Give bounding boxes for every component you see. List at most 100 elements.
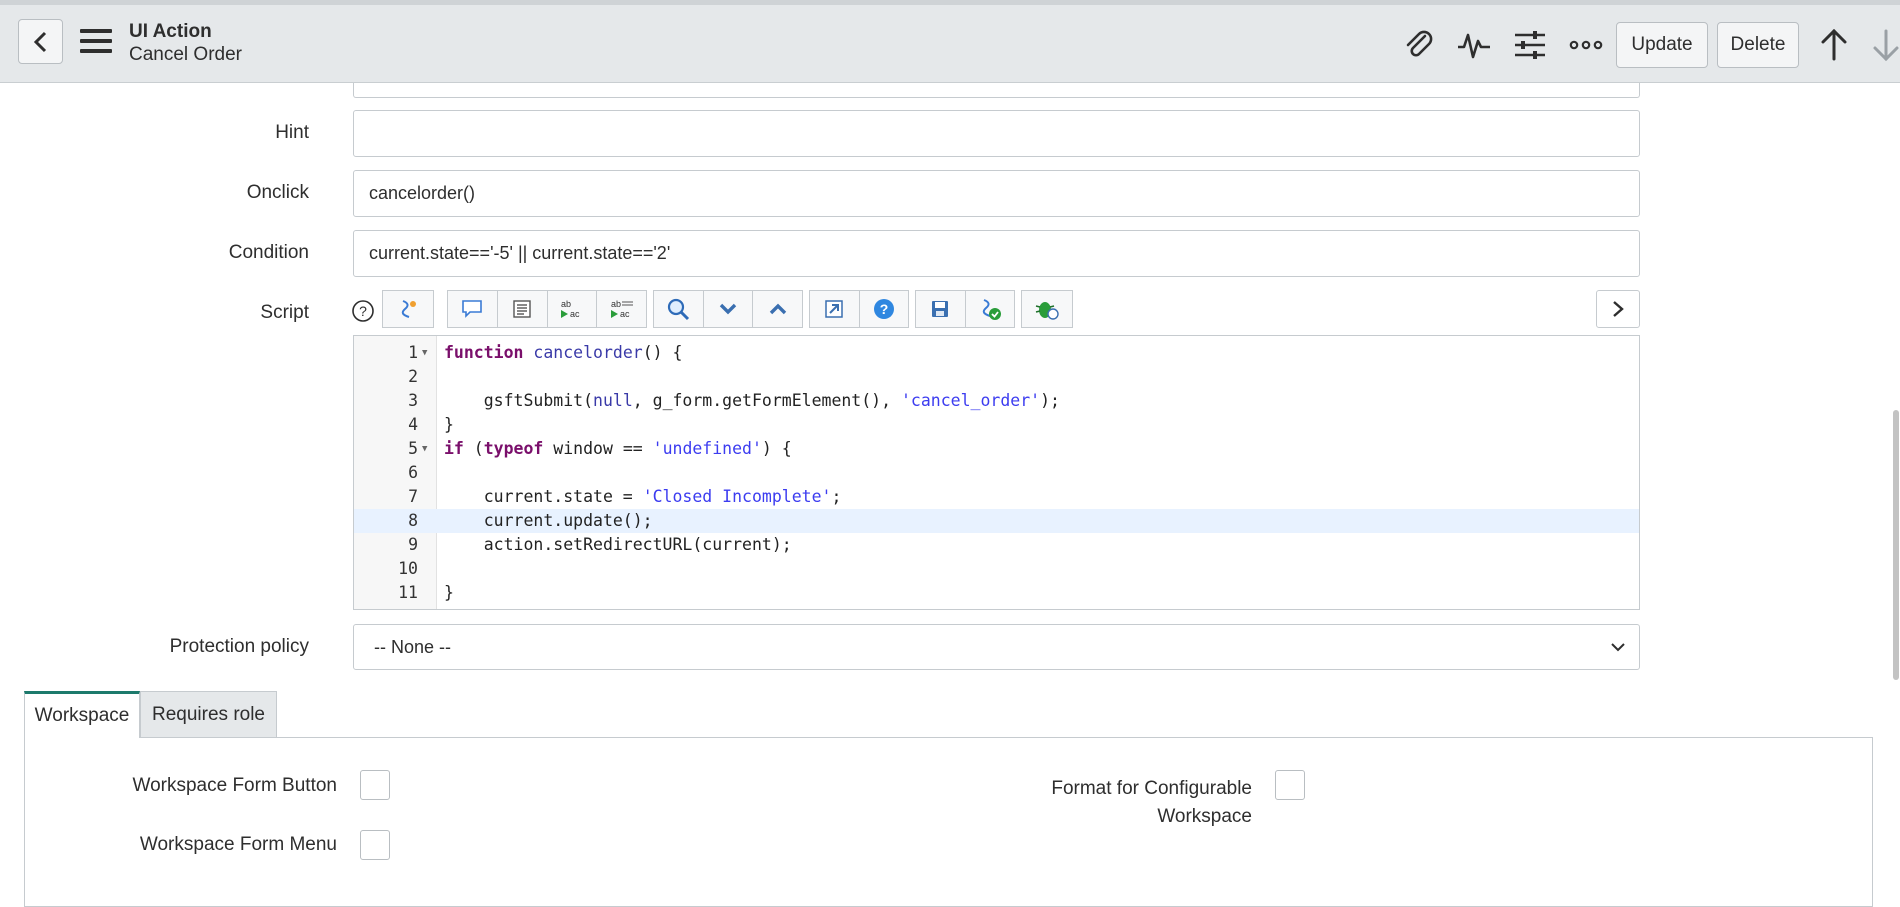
fold-up-icon — [769, 303, 786, 315]
workspace-form-menu-label: Workspace Form Menu — [139, 834, 337, 855]
record-name-subtitle: Cancel Order — [129, 44, 242, 65]
line-number: 9 — [408, 535, 418, 554]
up-arrow-icon[interactable] — [1816, 27, 1852, 63]
settings-sliders-icon[interactable] — [1512, 27, 1548, 63]
condition-label: Condition — [228, 242, 309, 263]
protection-policy-label: Protection policy — [169, 636, 309, 657]
script-toolbar-group-format — [382, 290, 434, 328]
format-code-button[interactable] — [383, 291, 433, 327]
help-circle-icon: ? — [873, 299, 894, 319]
script-editor[interactable]: 1 ▼ function cancelorder() { 2 3 gsftSubm… — [353, 335, 1640, 610]
comment-button[interactable] — [448, 291, 498, 327]
format-configurable-label-line1: Format for Configurable — [1051, 778, 1252, 799]
page-scrollbar[interactable] — [1893, 410, 1899, 680]
line-number: 1 — [408, 343, 418, 362]
menu-icon[interactable] — [80, 29, 112, 56]
previous-field — [353, 83, 1640, 98]
svg-text:?: ? — [359, 303, 367, 319]
fold-up-button[interactable] — [753, 291, 802, 327]
debug-button[interactable] — [1022, 291, 1072, 327]
code-line: 4 } — [354, 413, 1639, 437]
expand-editor-button[interactable] — [1596, 290, 1640, 328]
help-circle-button[interactable]: ? — [860, 291, 909, 327]
hint-input[interactable] — [353, 110, 1640, 157]
down-arrow-icon[interactable] — [1868, 27, 1900, 63]
search-icon — [668, 298, 690, 321]
back-icon — [33, 31, 46, 52]
workspace-form-button-label: Workspace Form Button — [132, 775, 337, 796]
paperclip-icon[interactable] — [1401, 27, 1437, 63]
script-toolbar-group-edit: ab ac ab ac — [447, 290, 647, 328]
update-button[interactable]: Update — [1616, 22, 1708, 68]
activity-icon[interactable] — [1456, 27, 1492, 63]
workspace-tab-panel: Workspace Form Button Workspace Form Men… — [24, 737, 1873, 907]
code-line: 2 — [354, 365, 1639, 389]
format-code-icon — [401, 300, 416, 318]
replace-all-button[interactable]: ab ac — [597, 291, 646, 327]
syntax-check-icon — [982, 299, 1001, 320]
onclick-input[interactable]: cancelorder() — [353, 170, 1640, 217]
replace-all-icon: abac — [610, 299, 633, 319]
syntax-check-button[interactable] — [966, 291, 1015, 327]
line-number: 4 — [408, 415, 418, 434]
svg-text:ac: ac — [620, 309, 630, 319]
code-line: 3 gsftSubmit(null, g_form.getFormElement… — [354, 389, 1639, 413]
fold-down-button[interactable] — [704, 291, 754, 327]
fold-down-icon — [719, 303, 737, 315]
record-type-title: UI Action — [129, 21, 212, 42]
protection-policy-select[interactable]: -- None -- — [353, 624, 1640, 670]
line-number: 6 — [408, 463, 418, 482]
replace-button[interactable]: ab ac — [548, 291, 598, 327]
script-toolbar-group-save — [915, 290, 1015, 328]
fold-toggle-icon[interactable]: ▼ — [422, 437, 427, 461]
debug-icon — [1035, 302, 1059, 320]
back-button[interactable] — [18, 19, 63, 64]
script-toolbar-group-debug — [1021, 290, 1073, 328]
script-toolbar-group-view: ? — [809, 290, 909, 328]
help-icon[interactable]: ? — [351, 299, 375, 323]
line-number: 8 — [408, 511, 418, 530]
search-button[interactable] — [654, 291, 704, 327]
format-configurable-workspace-label: Format for Configurable Workspace — [1051, 775, 1252, 831]
svg-text:ab: ab — [611, 299, 621, 309]
line-number: 11 — [398, 583, 418, 602]
script-label: Script — [260, 302, 309, 323]
code-line: 6 — [354, 461, 1639, 485]
onclick-label: Onclick — [246, 182, 309, 203]
code-line: 11 } — [354, 581, 1639, 605]
line-number: 10 — [398, 559, 418, 578]
fullscreen-icon — [825, 300, 843, 318]
tab-workspace[interactable]: Workspace — [24, 691, 140, 738]
code-line: 1 ▼ function cancelorder() { — [354, 341, 1639, 365]
workspace-form-button-checkbox[interactable] — [360, 770, 390, 800]
more-icon[interactable] — [1568, 27, 1604, 63]
condition-input[interactable]: current.state=='-5' || current.state=='2… — [353, 230, 1640, 277]
format-configurable-label-line2: Workspace — [1157, 806, 1252, 827]
save-icon — [932, 301, 949, 317]
document-icon — [513, 300, 531, 318]
fold-toggle-icon[interactable]: ▼ — [422, 341, 427, 365]
code-line: 7 current.state = 'Closed Incomplete'; — [354, 485, 1639, 509]
svg-text:?: ? — [879, 301, 888, 317]
fullscreen-button[interactable] — [810, 291, 860, 327]
format-configurable-workspace-checkbox[interactable] — [1275, 770, 1305, 800]
svg-text:ac: ac — [570, 309, 580, 319]
workspace-form-menu-checkbox[interactable] — [360, 830, 390, 860]
tab-requires-role[interactable]: Requires role — [140, 691, 277, 738]
document-button[interactable] — [498, 291, 548, 327]
code-line-active: 8 current.update(); — [354, 509, 1639, 533]
code-line: 10 — [354, 557, 1639, 581]
comment-icon — [462, 300, 483, 318]
save-button[interactable] — [916, 291, 966, 327]
line-number: 5 — [408, 439, 418, 458]
line-number: 2 — [408, 367, 418, 386]
script-toolbar-group-search — [653, 290, 803, 328]
replace-icon: abac — [560, 299, 580, 319]
form-header: UI Action Cancel Order Update Delete — [0, 0, 1900, 83]
code-line: 9 action.setRedirectURL(current); — [354, 533, 1639, 557]
svg-text:ab: ab — [561, 299, 571, 309]
protection-policy-value: -- None -- — [374, 636, 452, 657]
expand-icon — [1613, 301, 1624, 317]
line-number: 7 — [408, 487, 418, 506]
delete-button[interactable]: Delete — [1717, 22, 1799, 68]
